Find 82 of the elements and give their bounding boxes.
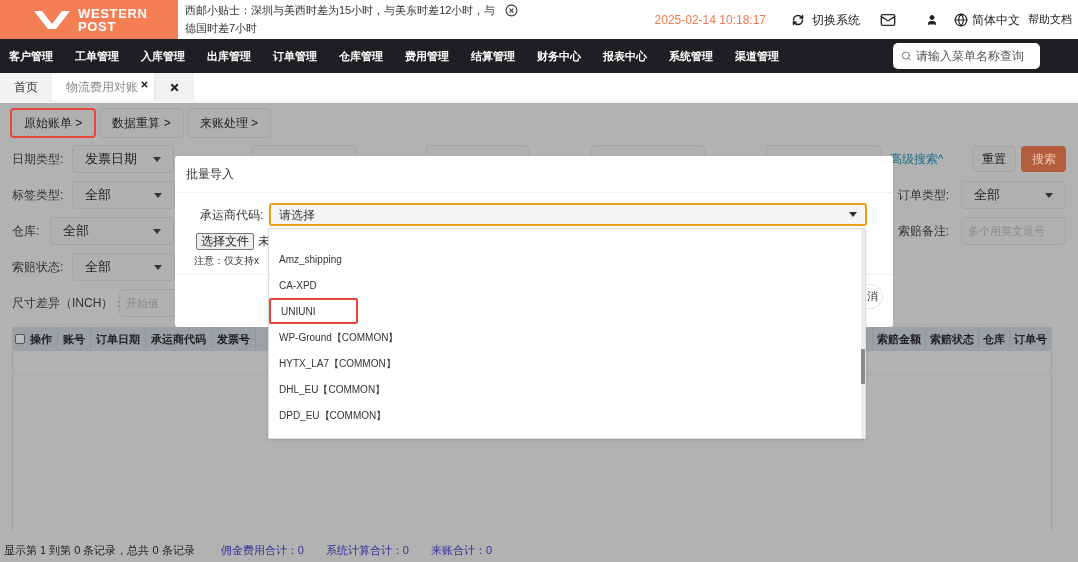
close-icon[interactable]	[505, 4, 518, 17]
close-icon	[169, 81, 180, 93]
choose-file-button[interactable]: 选择文件	[196, 232, 254, 250]
globe-icon	[954, 12, 968, 27]
select-value: 全部	[63, 222, 89, 241]
logo-icon	[34, 8, 70, 31]
column-header: 账号	[58, 327, 91, 351]
carrier-select[interactable]: 请选择	[269, 203, 867, 226]
page-tab[interactable]: 首页	[0, 73, 52, 101]
menu-search-field[interactable]: 请输入菜单名称查询	[893, 43, 1040, 69]
column-header: 索赔状态	[925, 327, 978, 351]
user-icon[interactable]	[926, 13, 938, 26]
caret-icon	[154, 192, 162, 198]
filter-label: 标签类型:	[12, 187, 65, 204]
scrollbar[interactable]	[861, 229, 865, 438]
nav-item[interactable]: 系统管理	[669, 47, 713, 65]
nav-item[interactable]: 渠道管理	[735, 47, 779, 65]
dropdown-option[interactable]: Amz_shipping	[269, 246, 342, 272]
select-value: 全部	[85, 186, 111, 205]
close-icon[interactable]	[140, 80, 149, 89]
carrier-label: 承运商代码:	[200, 206, 265, 224]
column-header: 操作	[25, 327, 58, 351]
switch-system-button[interactable]: 切换系统	[792, 10, 860, 29]
filter-label: 仓库:	[12, 223, 41, 240]
column-header: 订单日期	[91, 327, 146, 351]
select-field[interactable]: 全部	[72, 253, 175, 281]
nav-item[interactable]: 报表中心	[603, 47, 647, 65]
filter-label: 日期类型:	[12, 151, 65, 168]
nav-item[interactable]: 入库管理	[141, 47, 185, 65]
select-value: 全部	[974, 186, 1000, 205]
select-field[interactable]: 全部	[72, 181, 175, 209]
dropdown-option[interactable]: CA-XPD	[269, 272, 317, 298]
filter-label: 索赔状态:	[12, 259, 65, 276]
nav-item[interactable]: 订单管理	[273, 47, 317, 65]
nav-item[interactable]: 仓库管理	[339, 47, 383, 65]
search-icon	[901, 50, 912, 62]
column-header: 仓库	[978, 327, 1009, 351]
nav-item[interactable]: 费用管理	[405, 47, 449, 65]
column-header: 订单号	[1009, 327, 1051, 351]
nav-item[interactable]: 客户管理	[9, 47, 53, 65]
refresh-icon	[792, 13, 804, 26]
caret-icon	[849, 212, 857, 217]
dialog-title: 批量导入	[186, 166, 234, 183]
caret-icon	[153, 156, 162, 162]
total-text: 佣金费用合计：0	[220, 543, 304, 558]
nav-item[interactable]: 工单管理	[75, 47, 119, 65]
filter-label: 索赔备注:	[896, 223, 950, 240]
step-button[interactable]: 来账处理 >	[186, 108, 272, 138]
total-text: 系统计算合计：0	[325, 543, 409, 558]
caret-icon	[1045, 192, 1053, 198]
select-field[interactable]: 全部	[50, 217, 174, 245]
tip-text: 西邮小贴士：深圳与美西时差为15小时，与美东时差12小时，与德国时差7小时	[185, 3, 497, 36]
note-text: 注意：仅支持x	[193, 254, 259, 268]
dropdown-option[interactable]: DPD_EU【COMMON】	[269, 402, 387, 428]
filter-label: 尺寸差异（INCH）：	[12, 295, 119, 312]
dropdown-option[interactable]: WP-Ground【COMMON】	[269, 324, 399, 350]
caret-icon	[154, 264, 162, 270]
help-link[interactable]: 帮助文档	[1028, 11, 1072, 28]
select-field[interactable]: 全部	[961, 181, 1066, 209]
logo-text: WESTERN POST	[78, 6, 148, 33]
language-button[interactable]: 简体中文	[954, 10, 1020, 29]
dropdown-option[interactable]: HYTX_LA7【COMMON】	[269, 350, 396, 376]
mail-icon[interactable]	[880, 11, 896, 28]
select-value: 全部	[85, 258, 111, 277]
checkbox[interactable]	[15, 334, 25, 344]
step-button[interactable]: 原始账单 >	[10, 108, 97, 138]
dropdown-option[interactable]: UNIUNI	[269, 298, 358, 324]
dropdown-option[interactable]: DHL_EU【COMMON】	[269, 376, 386, 402]
step-button[interactable]: 数据重算 >	[99, 108, 184, 138]
close-tabs-button[interactable]	[154, 73, 194, 101]
select-value: 发票日期	[84, 150, 137, 169]
nav-item[interactable]: 财务中心	[537, 47, 581, 65]
record-summary: 显示第 1 到第 0 条记录，总共 0 条记录	[4, 543, 195, 558]
filter-label: 订单类型:	[896, 187, 950, 204]
caret-icon	[153, 228, 161, 234]
nav-item[interactable]: 出库管理	[207, 47, 251, 65]
nav-item[interactable]: 结算管理	[471, 47, 515, 65]
select-field[interactable]: 发票日期	[71, 145, 175, 173]
reset-button[interactable]: 重置	[971, 146, 1017, 172]
total-text: 来账合计：0	[430, 543, 493, 558]
select-value: 请选择	[279, 206, 315, 224]
datetime-text: 2025-02-14 10:18:17	[654, 11, 766, 29]
